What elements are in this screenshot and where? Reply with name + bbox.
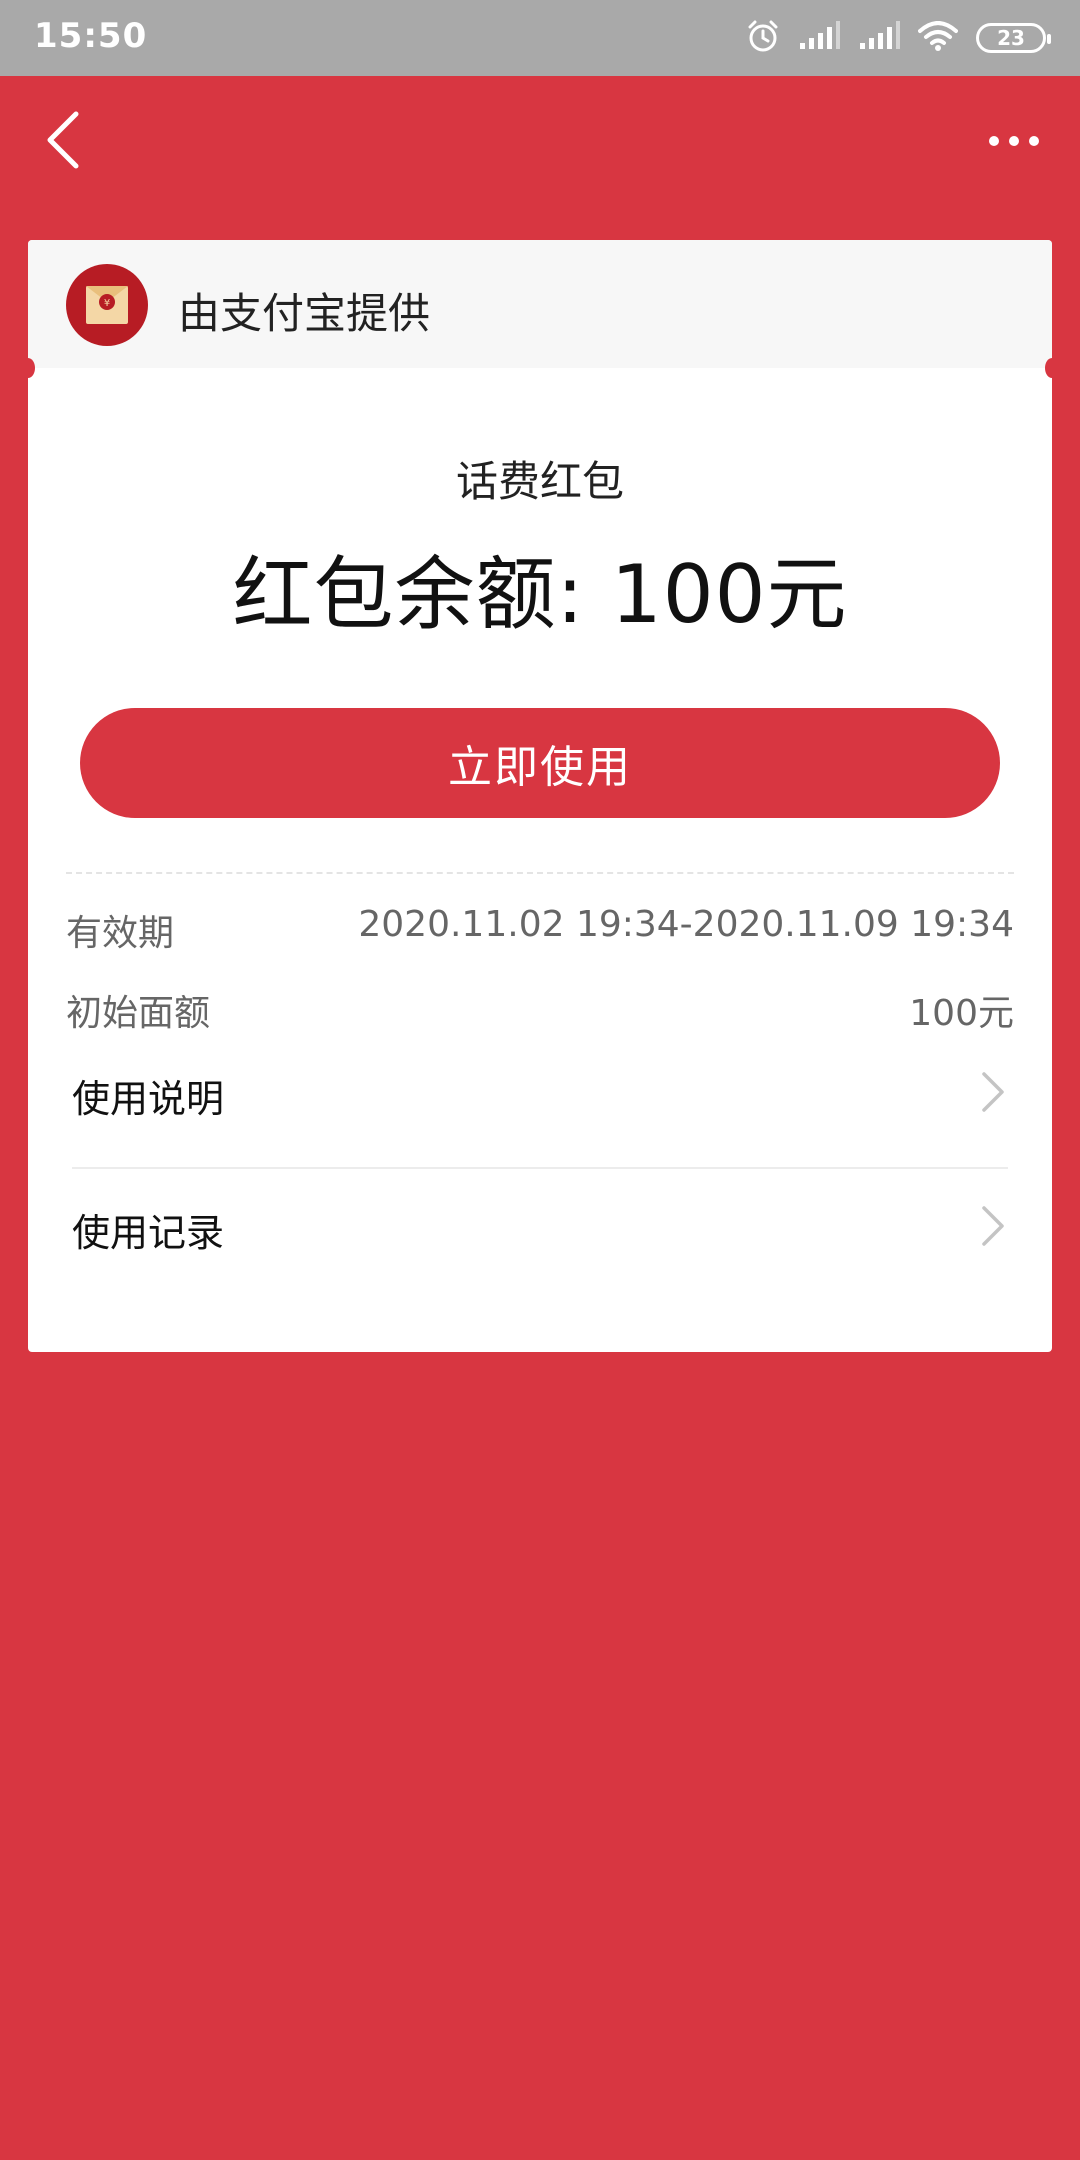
menu-item-records[interactable]: 使用记录: [72, 1172, 1008, 1282]
status-bar: 15:50 23: [0, 0, 1080, 76]
more-dots-icon: [989, 136, 1039, 146]
validity-value: 2020.11.02 19:34-2020.11.09 19:34: [358, 904, 1014, 945]
wifi-icon: [918, 21, 958, 55]
chevron-right-icon: [982, 1072, 1004, 1112]
balance-text: 红包余额: 100元: [232, 548, 848, 641]
menu-item-instructions[interactable]: 使用说明: [72, 1038, 1008, 1148]
initial-amount-value: 100元: [909, 993, 1014, 1034]
menu-divider: [72, 1167, 1008, 1169]
status-icons: 23: [746, 18, 1051, 58]
back-button[interactable]: [40, 110, 90, 170]
card-subtitle: 话费红包: [455, 457, 624, 506]
red-envelope-icon: ¥: [86, 286, 128, 324]
menu-item-label: 使用说明: [72, 1077, 225, 1121]
menu-item-label: 使用记录: [72, 1211, 225, 1255]
card-notch-right: [1045, 358, 1059, 378]
card-notch-left: [21, 358, 35, 378]
status-time: 15:50: [34, 16, 148, 56]
more-button[interactable]: [986, 126, 1042, 156]
dashed-divider: [66, 872, 1014, 874]
validity-label: 有效期: [66, 913, 175, 954]
use-now-button[interactable]: 立即使用: [80, 708, 1000, 818]
alarm-icon: [746, 19, 780, 57]
initial-amount-row: 初始面额 100元: [66, 978, 1014, 1034]
card-header: ¥ 由支付宝提供: [28, 240, 1052, 368]
battery-icon: 23: [976, 23, 1051, 53]
svg-text:¥: ¥: [104, 298, 110, 309]
signal-icon: [858, 21, 900, 55]
red-envelope-card: ¥ 由支付宝提供 话费红包 红包余额: 100元 立即使用 有效期 2020.1…: [21, 240, 1059, 1352]
provider-label: 由支付宝提供: [178, 289, 431, 338]
chevron-right-icon: [982, 1206, 1004, 1246]
chevron-left-icon: [47, 111, 79, 169]
initial-amount-label: 初始面额: [66, 993, 211, 1034]
provider-logo: ¥: [66, 264, 148, 346]
validity-row: 有效期 2020.11.02 19:34-2020.11.09 19:34: [66, 898, 1014, 954]
signal-icon: [798, 21, 840, 55]
